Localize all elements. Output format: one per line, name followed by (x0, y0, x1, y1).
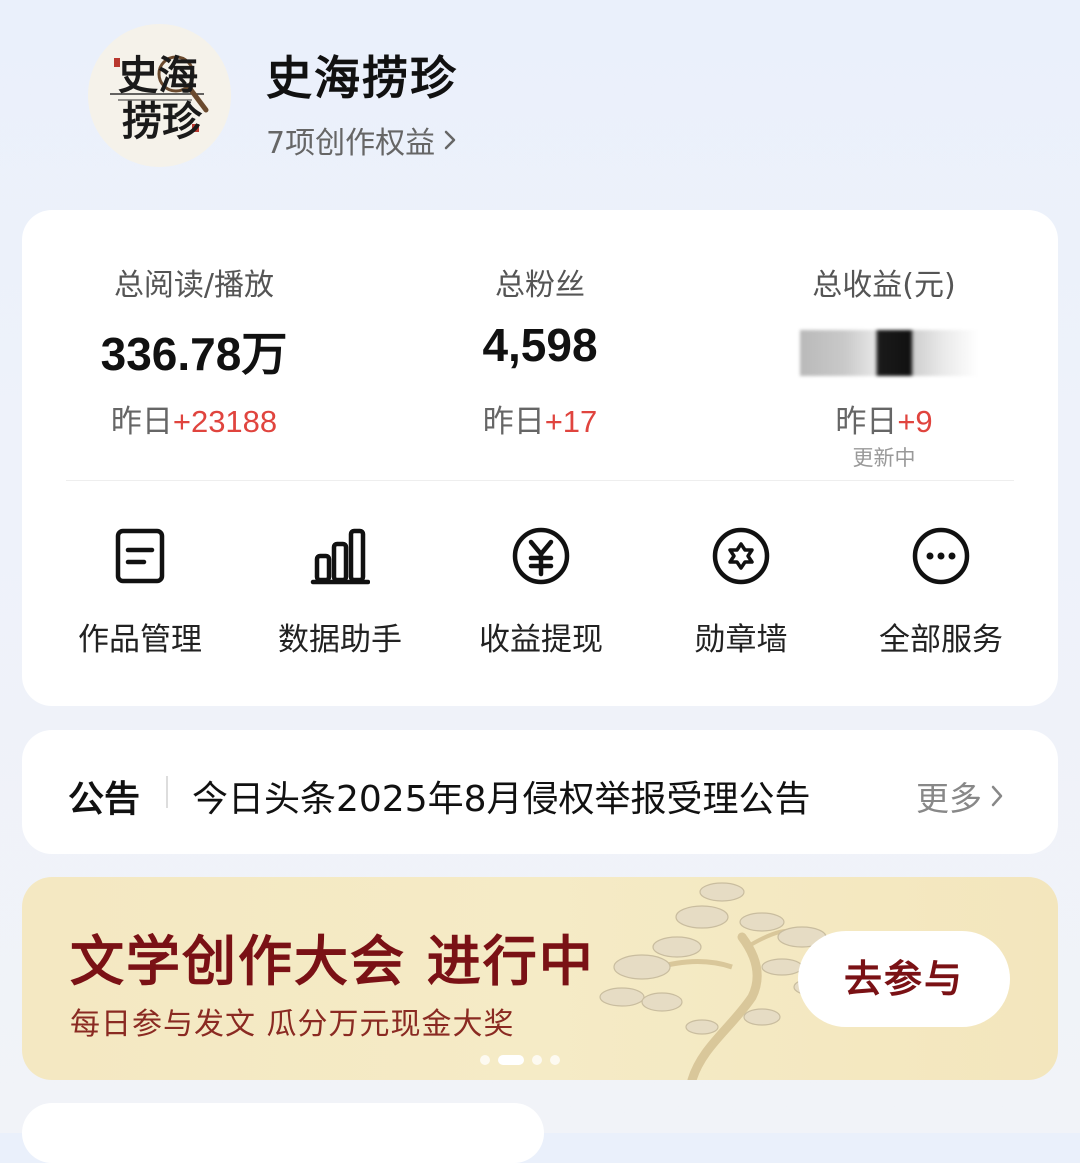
dashboard-card: 总阅读/播放 336.78万 昨日+23188 总粉丝 4,598 昨日+17 … (22, 210, 1058, 706)
stat-delta: 昨日+17 (390, 396, 690, 441)
notice-more-link[interactable]: 更多 (916, 772, 1004, 820)
carousel-dot[interactable] (480, 1055, 490, 1065)
update-status: 更新中 (852, 446, 916, 470)
service-label: 作品管理 (78, 622, 202, 658)
service-label: 全部服务 (879, 622, 1003, 658)
service-data-assistant[interactable]: 数据助手 (240, 526, 440, 659)
carousel-indicator (480, 1055, 560, 1065)
divider (166, 776, 168, 808)
service-income-withdraw[interactable]: 收益提现 (441, 526, 641, 659)
creator-rights-link[interactable]: 7项创作权益 (266, 118, 457, 162)
notice-tag: 公告 (68, 779, 141, 820)
banner-subtitle: 每日参与发文 瓜分万元现金大奖 (70, 1007, 515, 1042)
redacted-income-value (800, 330, 978, 376)
service-label: 收益提现 (479, 622, 603, 658)
avatar[interactable]: 史海 捞珍 (88, 24, 231, 167)
divider (66, 480, 1014, 481)
more-label: 更多 (916, 779, 982, 818)
service-label: 数据助手 (278, 622, 402, 658)
join-button[interactable]: 去参与 (798, 931, 1010, 1027)
service-works-management[interactable]: 作品管理 (40, 526, 240, 659)
account-name: 史海捞珍 (266, 51, 458, 105)
delta-value: +9 (897, 404, 933, 439)
stat-label: 总粉丝 (495, 268, 585, 303)
chevron-right-icon (991, 785, 1003, 807)
more-icon (912, 527, 970, 585)
yuan-icon (512, 527, 570, 585)
service-label: 勋章墙 (694, 622, 788, 658)
carousel-dot[interactable] (532, 1055, 542, 1065)
notice-bar[interactable]: 公告 今日头条2025年8月侵权举报受理公告 更多 (22, 730, 1058, 854)
stat-value: 336.78万 (100, 328, 288, 380)
bar-chart-icon (310, 528, 370, 585)
notice-text[interactable]: 今日头条2025年8月侵权举报受理公告 (192, 770, 811, 822)
delta-value: +23188 (172, 404, 278, 439)
stat-delta: 昨日+9 (734, 396, 1034, 441)
next-card-partial (22, 1103, 544, 1163)
creator-rights-label: 7项创作权益 (266, 126, 436, 161)
carousel-dot[interactable] (550, 1055, 560, 1065)
carousel-dot-active[interactable] (498, 1055, 524, 1065)
stat-delta: 昨日+23188 (44, 396, 344, 441)
chevron-right-icon (444, 130, 456, 150)
document-icon (115, 528, 165, 584)
logo-text-bottom: 捞珍 (122, 98, 202, 145)
banner-title: 文学创作大会 进行中 (70, 930, 595, 993)
stat-value: 4,598 (482, 319, 598, 371)
delta-prefix: 昨日 (835, 404, 898, 440)
stat-label: 总阅读/播放 (113, 268, 275, 303)
delta-prefix: 昨日 (110, 404, 173, 440)
logo-text-top: 史海 (118, 52, 198, 99)
delta-value: +17 (544, 404, 598, 439)
medal-icon (712, 527, 770, 585)
delta-prefix: 昨日 (482, 404, 545, 440)
service-medal-wall[interactable]: 勋章墙 (641, 526, 841, 659)
stat-label: 总收益(元) (812, 268, 956, 303)
service-all-services[interactable]: 全部服务 (841, 526, 1041, 659)
event-banner[interactable]: 文学创作大会 进行中 每日参与发文 瓜分万元现金大奖 去参与 (22, 877, 1058, 1080)
